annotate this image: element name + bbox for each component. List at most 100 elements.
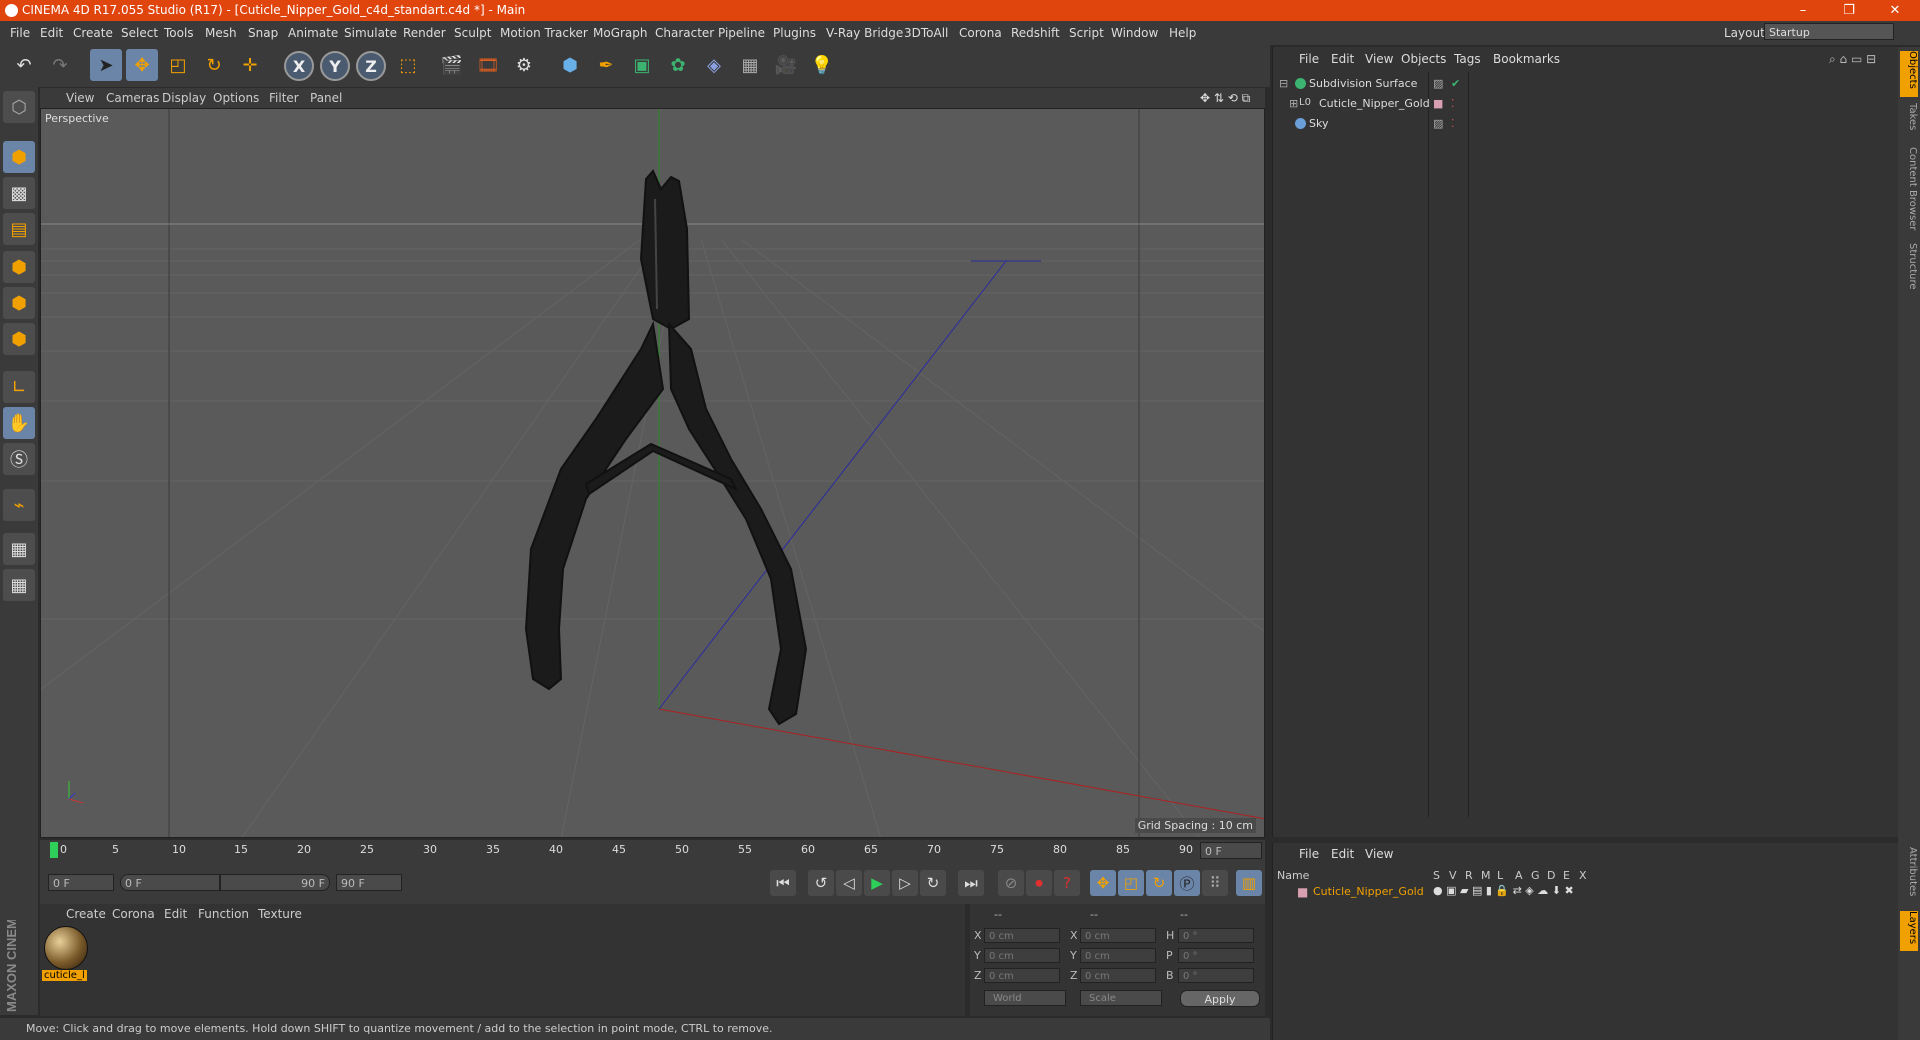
camera-icon[interactable]: 🎥 [770, 49, 802, 81]
visibility-dots-icon[interactable]: ▨ [1433, 77, 1443, 90]
menu-window[interactable]: Window [1111, 26, 1158, 40]
visibility-dots-icon[interactable]: ⁚ [1451, 117, 1455, 130]
object-name[interactable]: Subdivision Surface [1309, 77, 1417, 90]
material-menu-function[interactable]: Function [198, 907, 249, 921]
object-name[interactable]: Cuticle_Nipper_Gold [1319, 97, 1430, 110]
layer-menu-view[interactable]: View [1365, 847, 1393, 861]
next-frame-icon[interactable]: ▷ [892, 870, 918, 896]
coord-system-select[interactable]: World [984, 990, 1066, 1006]
spline-pen-icon[interactable]: ✒ [590, 49, 622, 81]
object-row[interactable]: ⊞ L0 Cuticle_Nipper_Gold ■ ⁚ [1273, 94, 1899, 113]
object-menu-view[interactable]: View [1365, 52, 1393, 66]
timeline-ruler[interactable]: 0 5 10 15 20 25 30 35 40 45 50 55 60 65 … [40, 840, 1265, 862]
menu-vray-bridge[interactable]: V-Ray Bridge [826, 26, 903, 40]
make-editable-icon[interactable]: ⬡ [3, 91, 35, 123]
material-menu-texture[interactable]: Texture [258, 907, 302, 921]
model-mode-icon[interactable]: ⬢ [3, 141, 35, 173]
viewport-menu-view[interactable]: View [66, 91, 94, 105]
object-menu-file[interactable]: File [1299, 52, 1319, 66]
timeline-window-icon[interactable]: ▥ [1236, 870, 1262, 896]
key-scale-icon[interactable]: ◰ [1118, 870, 1144, 896]
tab-content-browser[interactable]: Content Browser [1900, 147, 1918, 237]
range-start-field[interactable]: 0 F [120, 874, 220, 891]
render-picture-viewer-icon[interactable]: 🎞 [472, 49, 504, 81]
render-view-icon[interactable]: 🎬 [436, 49, 468, 81]
object-menu-bookmarks[interactable]: Bookmarks [1493, 52, 1560, 66]
tab-attributes[interactable]: Attributes [1900, 847, 1918, 907]
workplane-lock-icon[interactable]: ▦ [3, 533, 35, 565]
layout-select[interactable]: Startup [1764, 23, 1894, 40]
menu-render[interactable]: Render [403, 26, 446, 40]
minimize-button[interactable]: – [1780, 0, 1826, 21]
object-manager-search-icon[interactable]: ⌕ ⌂ ▭ ⊟ [1829, 52, 1876, 67]
layer-menu-file[interactable]: File [1299, 847, 1319, 861]
close-button[interactable]: ✕ [1872, 0, 1918, 21]
rotate-icon[interactable]: ↻ [198, 49, 230, 81]
menu-mesh[interactable]: Mesh [205, 26, 237, 40]
menu-character[interactable]: Character [655, 26, 714, 40]
menu-select[interactable]: Select [121, 26, 158, 40]
viewport-menu-cameras[interactable]: Cameras [106, 91, 159, 105]
menu-tools[interactable]: Tools [164, 26, 194, 40]
texture-mode-icon[interactable]: ▩ [3, 177, 35, 209]
viewport-menu-panel[interactable]: Panel [310, 91, 342, 105]
key-parameter-icon[interactable]: Ⓟ [1174, 870, 1200, 896]
tab-takes[interactable]: Takes [1900, 103, 1918, 139]
layer-toggle-icons[interactable]: ● ▣ ▰ ▤ ▮ 🔒 ⇄ ◈ ☁ ⬇ ✖ [1433, 884, 1574, 897]
solo-mode-icon[interactable]: Ⓢ [3, 443, 35, 475]
material-menu-create[interactable]: Create [66, 907, 106, 921]
y-axis-lock-icon[interactable]: Y [320, 51, 350, 81]
deformer-icon[interactable]: ◈ [698, 49, 730, 81]
workplane-mode-icon[interactable]: ▤ [3, 213, 35, 245]
previous-frame-icon[interactable]: ◁ [836, 870, 862, 896]
edges-mode-icon[interactable]: ⬢ [3, 287, 35, 319]
redo-icon[interactable]: ↷ [44, 49, 76, 81]
menu-sculpt[interactable]: Sculpt [454, 26, 491, 40]
render-settings-icon[interactable]: ⚙ [508, 49, 540, 81]
current-frame-field[interactable]: 0 F [1200, 842, 1262, 859]
menu-script[interactable]: Script [1069, 26, 1104, 40]
live-selection-icon[interactable]: ✛ [234, 49, 266, 81]
snap-magnet-icon[interactable]: ⌁ [3, 489, 35, 521]
position-y-field[interactable]: 0 cm [984, 948, 1060, 963]
tab-layers[interactable]: Layers [1900, 911, 1918, 951]
menu-edit[interactable]: Edit [40, 26, 63, 40]
rotation-p-field[interactable]: 0 ° [1178, 948, 1254, 963]
cube-primitive-icon[interactable]: ⬢ [554, 49, 586, 81]
expand-icon[interactable]: ⊞ [1289, 97, 1298, 110]
viewport-menu-display[interactable]: Display [162, 91, 206, 105]
max-frame-field[interactable]: 90 F [336, 874, 402, 891]
menu-create[interactable]: Create [73, 26, 113, 40]
light-icon[interactable]: 💡 [806, 49, 838, 81]
visibility-dots-icon[interactable]: ⁚ [1451, 97, 1455, 110]
tab-structure[interactable]: Structure [1900, 243, 1918, 295]
next-key-icon[interactable]: ↻ [920, 870, 946, 896]
move-icon[interactable]: ✥ [126, 49, 158, 81]
play-icon[interactable]: ▶ [864, 870, 890, 896]
x-axis-lock-icon[interactable]: X [284, 51, 314, 81]
material-menu-edit[interactable]: Edit [164, 907, 187, 921]
z-axis-lock-icon[interactable]: Z [356, 51, 386, 81]
menu-pipeline[interactable]: Pipeline [718, 26, 765, 40]
range-end-field[interactable]: 90 F [220, 874, 330, 891]
previous-key-icon[interactable]: ↺ [808, 870, 834, 896]
menu-corona[interactable]: Corona [959, 26, 1002, 40]
record-keys-icon[interactable]: ⊘ [998, 870, 1024, 896]
go-to-start-icon[interactable]: ⏮ [770, 870, 796, 896]
object-row[interactable]: ⊟ Subdivision Surface ▨ ✔ [1273, 74, 1899, 93]
layer-menu-edit[interactable]: Edit [1331, 847, 1354, 861]
material-name[interactable]: cuticle_l [42, 970, 87, 981]
layer-color-icon[interactable]: ■ [1297, 885, 1308, 899]
points-mode-icon[interactable]: ⬢ [3, 251, 35, 283]
coordinate-system-icon[interactable]: ⬚ [392, 49, 424, 81]
menu-snap[interactable]: Snap [248, 26, 278, 40]
apply-button[interactable]: Apply [1180, 990, 1260, 1007]
subdivision-surface-icon[interactable]: ▣ [626, 49, 658, 81]
undo-icon[interactable]: ↶ [8, 49, 40, 81]
key-rotation-icon[interactable]: ↻ [1146, 870, 1172, 896]
material-menu-corona[interactable]: Corona [112, 907, 155, 921]
viewport-navigation-icons[interactable]: ✥ ⇅ ⟲ ⧉ [1200, 91, 1250, 106]
select-arrow-icon[interactable]: ➤ [90, 49, 122, 81]
axis-mode-icon[interactable]: ∟ [3, 371, 35, 403]
menu-3dtoall[interactable]: 3DToAll [904, 26, 948, 40]
